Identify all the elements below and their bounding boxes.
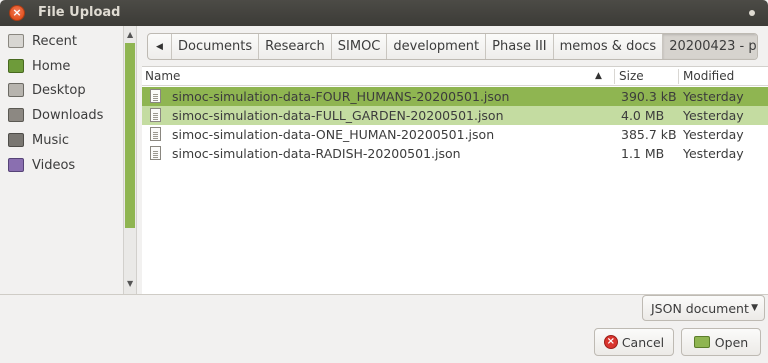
file-size: 1.1 MB xyxy=(621,146,665,161)
json-file-icon xyxy=(150,146,161,160)
file-name: simoc-simulation-data-ONE_HUMAN-20200501… xyxy=(172,127,495,142)
filter-selected-value: JSON document xyxy=(651,300,749,316)
scroll-up-icon[interactable]: ▲ xyxy=(127,30,133,39)
places-sidebar: Recent Home Desktop Downloads Music Vide… xyxy=(0,26,123,294)
home-folder-icon xyxy=(8,59,24,73)
column-header-size[interactable]: Size xyxy=(619,69,644,83)
sidebar-item-label: Recent xyxy=(32,33,77,49)
file-list-header: Name ▲ Size Modified xyxy=(142,67,768,86)
file-type-filter[interactable]: JSON document ▼ xyxy=(642,295,765,321)
videos-icon xyxy=(8,158,24,172)
window-menu-icon[interactable] xyxy=(749,10,755,16)
desktop-icon xyxy=(8,83,24,97)
cancel-button[interactable]: × Cancel xyxy=(594,328,674,356)
chevron-down-icon: ▼ xyxy=(751,303,758,313)
file-modified: Yesterday xyxy=(683,127,744,142)
column-separator[interactable] xyxy=(678,69,679,84)
path-segment-presets[interactable]: 20200423 - presets xyxy=(663,34,757,59)
file-row[interactable]: simoc-simulation-data-FULL_GARDEN-202005… xyxy=(142,106,768,125)
json-file-icon xyxy=(150,127,161,141)
sidebar-item-label: Downloads xyxy=(32,107,104,123)
json-file-icon xyxy=(150,108,161,122)
sidebar-item-music[interactable]: Music xyxy=(0,128,123,152)
cancel-button-label: Cancel xyxy=(621,334,665,350)
cancel-icon: × xyxy=(603,335,618,349)
close-icon[interactable]: × xyxy=(9,5,25,21)
path-segment-development[interactable]: development xyxy=(387,34,487,59)
sidebar-item-home[interactable]: Home xyxy=(0,54,123,78)
sidebar-item-videos[interactable]: Videos xyxy=(0,153,123,177)
music-icon xyxy=(8,133,24,147)
sidebar-scrollbar[interactable]: ▲ ▼ xyxy=(123,26,137,294)
sidebar-item-desktop[interactable]: Desktop xyxy=(0,78,123,102)
sort-ascending-icon: ▲ xyxy=(595,71,602,81)
file-name: simoc-simulation-data-RADISH-20200501.js… xyxy=(172,146,461,161)
file-row[interactable]: simoc-simulation-data-FOUR_HUMANS-202005… xyxy=(142,87,768,106)
open-button[interactable]: Open xyxy=(681,328,761,356)
sidebar-item-recent[interactable]: Recent xyxy=(0,29,123,53)
recent-icon xyxy=(8,34,24,48)
sidebar-item-label: Music xyxy=(32,132,69,148)
window-title: File Upload xyxy=(38,5,121,20)
file-name: simoc-simulation-data-FOUR_HUMANS-202005… xyxy=(172,89,510,104)
sidebar-item-label: Desktop xyxy=(32,82,86,98)
sidebar-item-downloads[interactable]: Downloads xyxy=(0,103,123,127)
file-size: 390.3 kB xyxy=(621,89,677,104)
file-modified: Yesterday xyxy=(683,108,744,123)
path-segment-documents[interactable]: Documents xyxy=(172,34,260,59)
file-size: 4.0 MB xyxy=(621,108,665,123)
file-row[interactable]: simoc-simulation-data-RADISH-20200501.js… xyxy=(142,144,768,163)
path-segment-memos-docs[interactable]: memos & docs xyxy=(554,34,664,59)
open-button-label: Open xyxy=(714,334,749,350)
scrollbar-thumb[interactable] xyxy=(125,43,135,228)
open-folder-icon xyxy=(693,336,710,348)
path-segment-simoc[interactable]: SIMOC xyxy=(332,34,388,59)
file-size: 385.7 kB xyxy=(621,127,677,142)
sidebar-item-label: Videos xyxy=(32,157,76,173)
file-name: simoc-simulation-data-FULL_GARDEN-202005… xyxy=(172,108,504,123)
path-segment-phase-iii[interactable]: Phase III xyxy=(486,34,554,59)
path-bar: ◀ Documents Research SIMOC development P… xyxy=(147,33,758,60)
file-row[interactable]: simoc-simulation-data-ONE_HUMAN-20200501… xyxy=(142,125,768,144)
sidebar-item-label: Home xyxy=(32,58,71,74)
downloads-icon xyxy=(8,108,24,122)
json-file-icon xyxy=(150,89,161,103)
column-separator[interactable] xyxy=(614,69,615,84)
file-modified: Yesterday xyxy=(683,146,744,161)
title-bar: × File Upload xyxy=(0,0,768,26)
column-header-modified[interactable]: Modified xyxy=(683,69,734,83)
scroll-down-icon[interactable]: ▼ xyxy=(127,279,133,288)
file-list: Name ▲ Size Modified simoc-simulation-da… xyxy=(142,66,768,294)
path-back-icon[interactable]: ◀ xyxy=(148,34,172,59)
path-segment-research[interactable]: Research xyxy=(259,34,332,59)
column-header-name[interactable]: Name xyxy=(145,69,180,83)
file-modified: Yesterday xyxy=(683,89,744,104)
